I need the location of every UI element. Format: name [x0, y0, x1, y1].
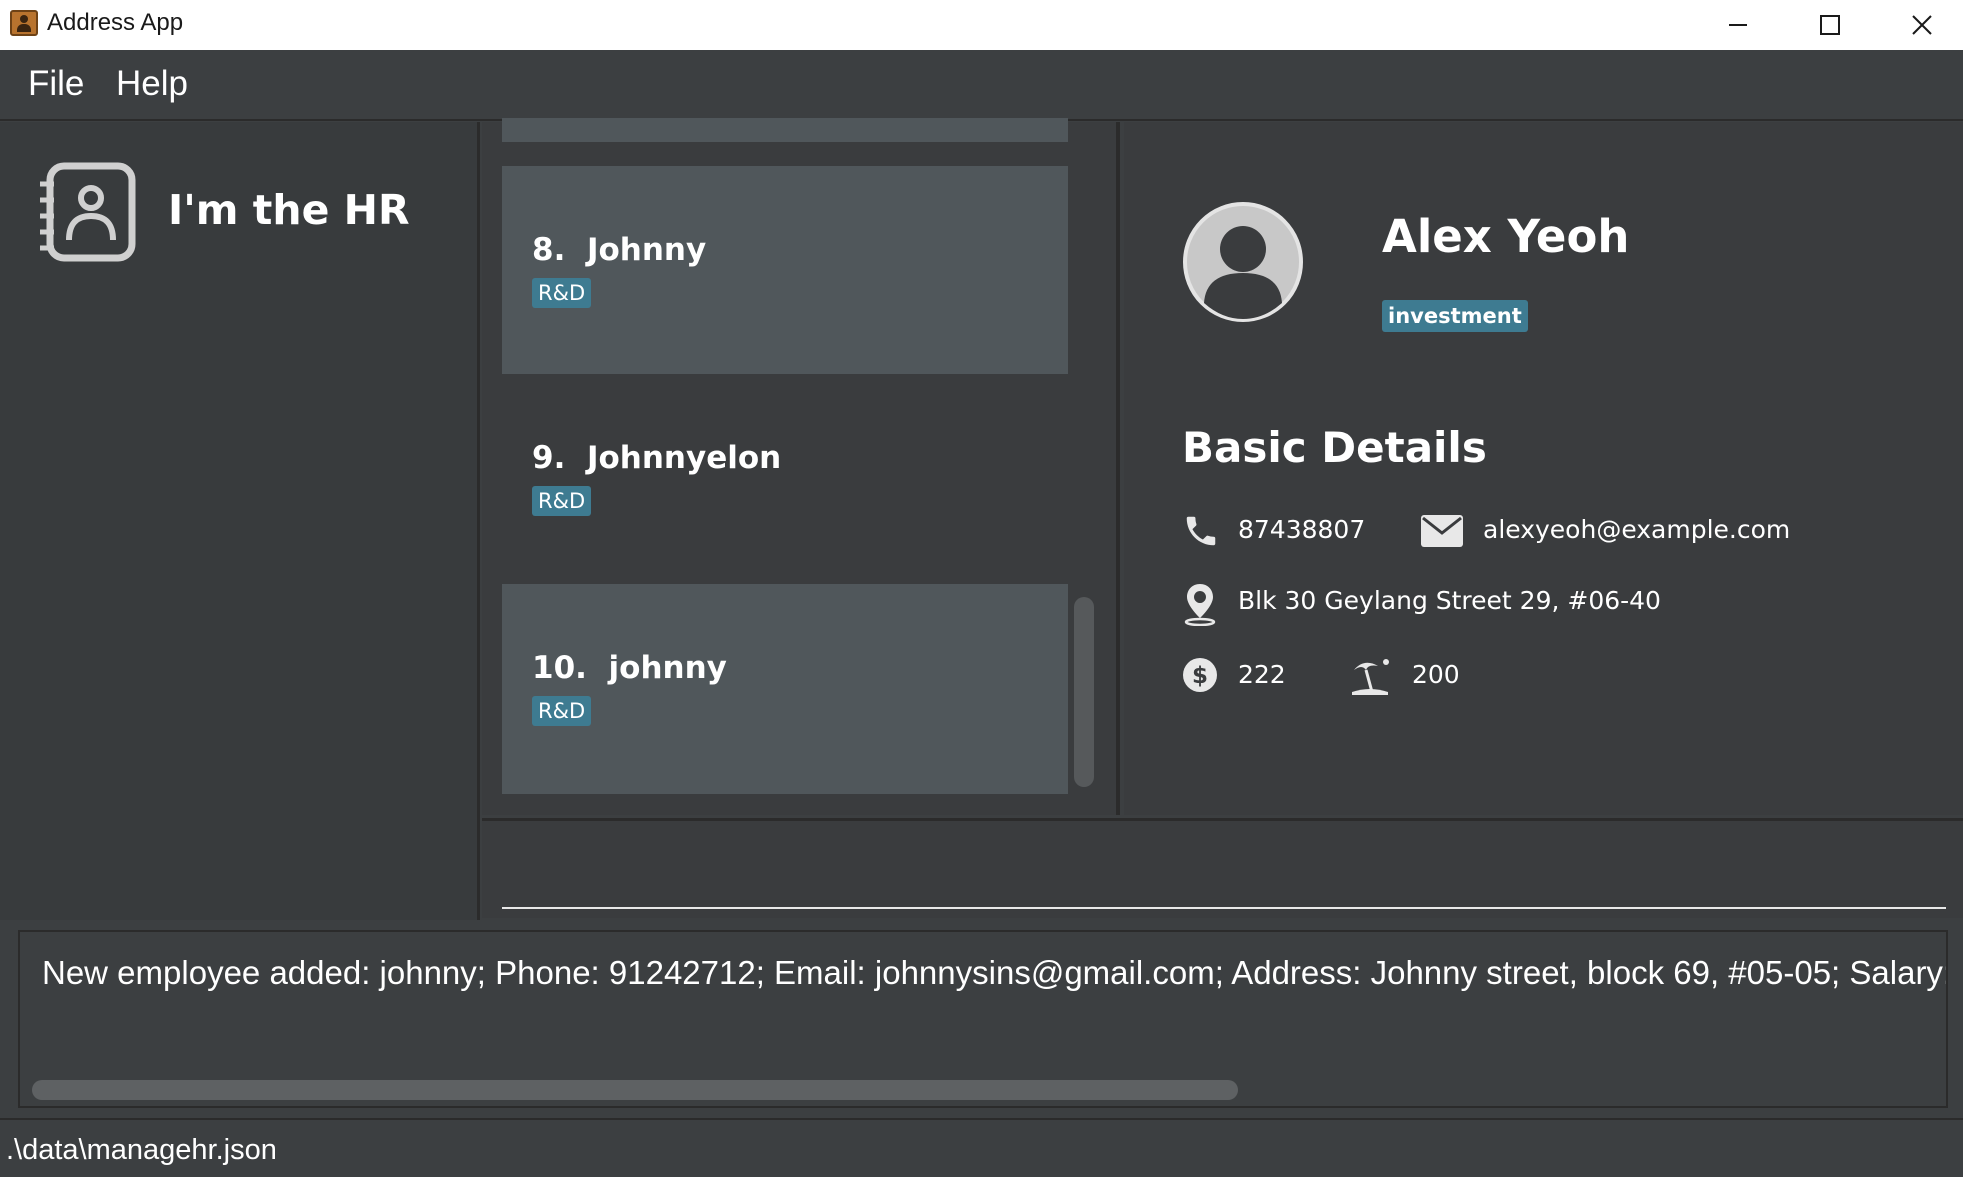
list-item[interactable]: 8. Johnny R&D	[502, 166, 1068, 374]
window-title: Address App	[47, 9, 184, 36]
result-scrollbar[interactable]	[32, 1080, 1238, 1100]
beach-leave-icon	[1350, 656, 1392, 700]
command-box[interactable]	[482, 818, 1963, 918]
close-button[interactable]	[1876, 0, 1963, 50]
location-icon	[1182, 582, 1218, 630]
menu-file[interactable]: File	[28, 64, 84, 104]
address-value: Blk 30 Geylang Street 29, #06-40	[1238, 586, 1661, 615]
employee-name: 9. Johnnyelon	[532, 440, 782, 476]
leave-value: 200	[1412, 660, 1460, 689]
result-display: New employee added: johnny; Phone: 91242…	[18, 930, 1948, 1108]
employee-name: 10. johnny	[532, 650, 727, 686]
minimize-icon	[1729, 24, 1747, 26]
result-text: New employee added: johnny; Phone: 91242…	[42, 954, 1948, 991]
list-scrollbar[interactable]	[1074, 597, 1094, 787]
employee-list: 8. Johnny R&D 9. Johnnyelon R&D 10. john…	[482, 118, 1120, 815]
menu-help[interactable]: Help	[116, 64, 188, 104]
employee-tag: R&D	[532, 486, 592, 516]
employee-detail-tag: investment	[1382, 300, 1528, 332]
employee-tag: R&D	[532, 278, 592, 308]
list-item[interactable]: 9. Johnnyelon R&D	[502, 374, 1068, 584]
salary-value: 222	[1238, 660, 1286, 689]
basic-details-title: Basic Details	[1182, 423, 1487, 472]
avatar-icon	[1183, 202, 1303, 322]
dollar-icon: $	[1182, 657, 1218, 697]
employee-name: 8. Johnny	[532, 232, 707, 268]
minimize-button[interactable]	[1692, 0, 1784, 50]
close-icon	[1912, 15, 1932, 35]
app-icon	[10, 10, 38, 36]
sidebar: I'm the HR	[0, 122, 480, 920]
phone-value: 87438807	[1238, 515, 1366, 544]
sidebar-title: I'm the HR	[168, 186, 410, 234]
command-input[interactable]	[502, 907, 1946, 909]
maximize-button[interactable]	[1784, 0, 1876, 50]
address-book-icon	[40, 162, 136, 262]
svg-text:$: $	[1192, 663, 1208, 689]
status-bar: .\data\managehr.json	[0, 1118, 1963, 1177]
list-item-partial[interactable]	[502, 118, 1068, 142]
menu-bar: File Help	[0, 50, 1963, 121]
maximize-icon	[1820, 15, 1840, 35]
email-value: alexyeoh@example.com	[1483, 515, 1791, 544]
save-location: .\data\managehr.json	[6, 1134, 277, 1166]
employee-tag: R&D	[532, 696, 592, 726]
title-bar: Address App	[0, 0, 1963, 50]
employee-detail-name: Alex Yeoh	[1382, 210, 1630, 263]
phone-icon	[1182, 512, 1220, 554]
list-item[interactable]: 10. johnny R&D	[502, 584, 1068, 794]
email-icon	[1420, 512, 1464, 554]
